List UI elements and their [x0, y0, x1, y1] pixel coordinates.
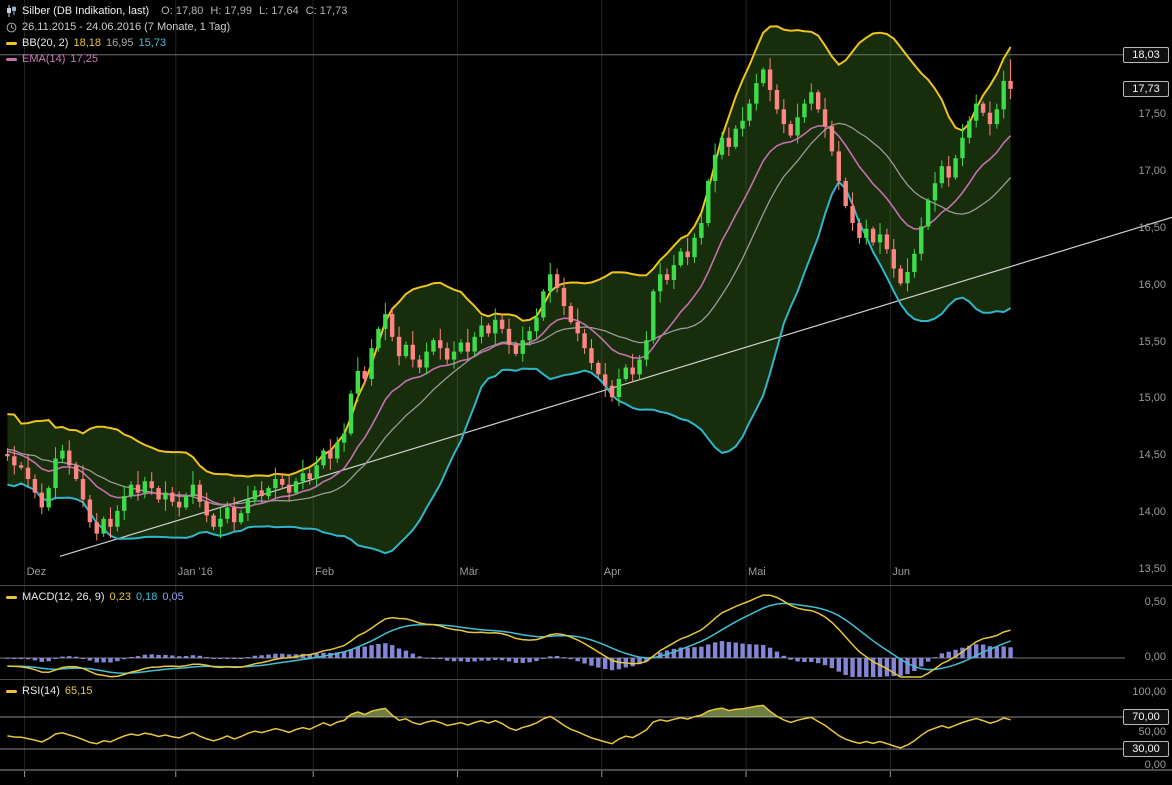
rsi-line-swatch: [6, 690, 17, 693]
bb-line-swatch: [6, 42, 17, 45]
ema-legend[interactable]: EMA(14) 17,25: [6, 51, 347, 67]
date-range: 26.11.2015 - 24.06.2016 (7 Monate, 1 Tag…: [22, 21, 230, 33]
macd-signal-value: 0,18: [136, 591, 157, 603]
macd-line-swatch: [6, 596, 17, 599]
rsi-chart[interactable]: [0, 680, 1172, 769]
bb-middle-value: 16,95: [106, 37, 134, 49]
ema-line-swatch: [6, 58, 17, 61]
open-value: O: 17,80: [161, 5, 203, 17]
bb-legend-label: BB(20, 2): [22, 37, 68, 49]
instrument-header: Silber (DB Indikation, last) O: 17,80 H: …: [6, 3, 347, 19]
macd-legend-label: MACD(12, 26, 9): [22, 591, 105, 603]
high-value: H: 17,99: [210, 5, 252, 17]
rsi-value: 65,15: [65, 685, 93, 697]
clock-icon: [6, 22, 17, 33]
ohlc-readout: O: 17,80 H: 17,99 L: 17,64 C: 17,73: [154, 5, 347, 17]
trading-chart-app: Silber (DB Indikation, last) O: 17,80 H: …: [0, 0, 1172, 785]
macd-value: 0,23: [110, 591, 131, 603]
macd-legend[interactable]: MACD(12, 26, 9) 0,23 0,18 0,05: [6, 589, 184, 605]
bb-legend[interactable]: BB(20, 2) 18,18 16,95 15,73: [6, 35, 347, 51]
ema-value: 17,25: [70, 53, 98, 65]
candlestick-chart[interactable]: [0, 0, 1172, 585]
bb-lower-value: 15,73: [139, 37, 167, 49]
close-value: C: 17,73: [306, 5, 348, 17]
macd-hist-value: 0,05: [162, 591, 183, 603]
instrument-title: Silber (DB Indikation, last): [22, 5, 149, 17]
date-range-row: 26.11.2015 - 24.06.2016 (7 Monate, 1 Tag…: [6, 19, 347, 35]
timeline-axis: [0, 770, 1172, 785]
candlestick-chart-icon: [6, 5, 17, 17]
bb-upper-value: 18,18: [73, 37, 101, 49]
rsi-legend[interactable]: RSI(14) 65,15: [6, 683, 92, 699]
rsi-legend-label: RSI(14): [22, 685, 60, 697]
low-value: L: 17,64: [259, 5, 299, 17]
ema-legend-label: EMA(14): [22, 53, 65, 65]
